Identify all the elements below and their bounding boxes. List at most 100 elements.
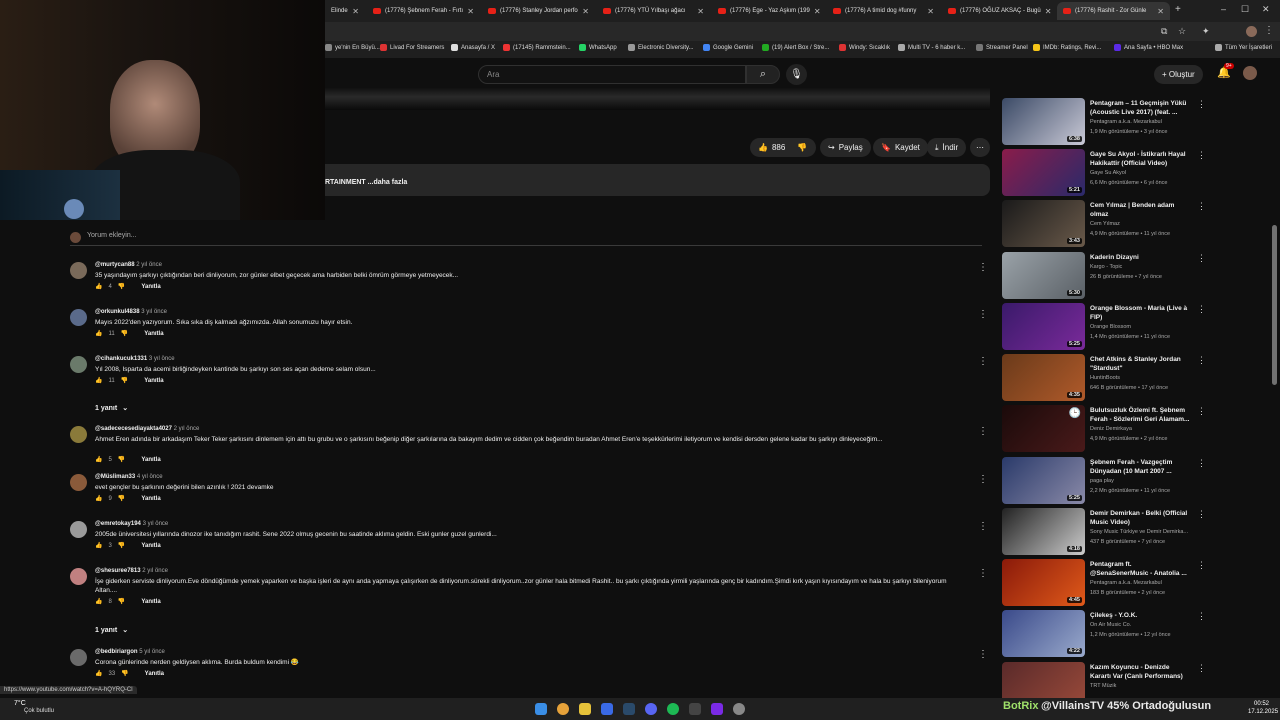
replies-toggle[interactable]: 1 yanıt ⌄ (95, 404, 128, 412)
reply-button[interactable]: Yanıtla (141, 496, 160, 502)
puzzle-icon[interactable]: ✦ (1202, 26, 1210, 37)
video-thumbnail[interactable]: 5:21 (1002, 149, 1085, 196)
comment-username[interactable]: @emretokay194 (95, 521, 141, 527)
close-tab-icon[interactable]: ✕ (582, 7, 589, 16)
video-menu-icon[interactable]: ⋮ (1197, 611, 1206, 622)
save-button[interactable]: 🔖 Kaydet (873, 138, 928, 157)
related-video[interactable]: 4:35 Chet Atkins & Stanley Jordan "Stardu… (1002, 354, 1206, 403)
comment-menu-icon[interactable]: ⋮ (978, 356, 988, 367)
video-thumbnail[interactable]: 4:35 (1002, 354, 1085, 401)
close-tab-icon[interactable]: ✕ (352, 7, 359, 16)
thumbs-up-icon[interactable]: 👍 (95, 283, 102, 290)
video-player[interactable] (325, 88, 990, 110)
bookmark-3[interactable]: (17145) Rammstein... (503, 44, 571, 51)
related-video[interactable]: 5:21 Gaye Su Akyol - İstikrarlı Hayal Hak… (1002, 149, 1206, 198)
bookmark-5[interactable]: Electronic Diversity... (628, 44, 694, 51)
comment-username[interactable]: @murtycan88 (95, 262, 135, 268)
video-thumbnail[interactable]: 5:25 (1002, 457, 1085, 504)
thumbs-down-icon[interactable]: 👎 (118, 456, 125, 463)
video-thumbnail[interactable]: 5:25 (1002, 303, 1085, 350)
close-tab-icon[interactable]: ✕ (927, 7, 934, 16)
bookmark-11[interactable]: IMDb: Ratings, Revi... (1033, 44, 1101, 51)
maximize-icon[interactable]: ☐ (1241, 4, 1249, 15)
avatar[interactable] (70, 426, 87, 443)
tab-5[interactable]: (17776) A timid dog #funny ✕ (827, 2, 940, 20)
channel-name[interactable]: Deniz Demirkaya (1090, 426, 1132, 432)
comment-menu-icon[interactable]: ⋮ (978, 649, 988, 660)
spotify-icon[interactable] (667, 703, 679, 715)
microphone-icon[interactable]: 🎙 (786, 64, 807, 85)
thumbs-down-icon[interactable]: 👎 (121, 330, 128, 337)
profile-avatar[interactable] (1246, 26, 1257, 37)
comment-menu-icon[interactable]: ⋮ (978, 309, 988, 320)
discord-icon[interactable] (645, 703, 657, 715)
tab-7[interactable]: (17776) Rashit - Zor Günle ✕ (1057, 2, 1170, 20)
close-tab-icon[interactable]: ✕ (467, 7, 474, 16)
close-tab-icon[interactable]: ✕ (697, 7, 704, 16)
video-menu-icon[interactable]: ⋮ (1197, 304, 1206, 315)
thumbs-up-icon[interactable]: 👍 (95, 456, 102, 463)
thumbs-up-icon[interactable]: 👍 (95, 377, 102, 384)
related-video[interactable]: 3:43 Cem Yılmaz | Benden adam olmaz Cem Yı… (1002, 200, 1206, 249)
more-actions-button[interactable]: ⋯ (970, 138, 990, 157)
bookmark-7[interactable]: (19) Alert Box / Stre... (762, 44, 829, 51)
tab-2[interactable]: (17776) Stanley Jordan perfo ✕ (482, 2, 595, 20)
extensions-icon[interactable]: ⧉ (1161, 26, 1167, 37)
channel-name[interactable]: Gaye Su Akyol (1090, 170, 1126, 176)
thumbs-down-icon[interactable]: 👎 (118, 495, 125, 502)
steam-icon[interactable] (623, 703, 635, 715)
chrome-icon[interactable] (557, 703, 569, 715)
avatar[interactable] (70, 649, 87, 666)
replies-toggle[interactable]: 1 yanıt ⌄ (95, 626, 128, 634)
bookmark-10[interactable]: Streamer Panel (976, 44, 1028, 51)
comment-menu-icon[interactable]: ⋮ (978, 262, 988, 273)
thumbs-down-icon[interactable]: 👎 (121, 670, 128, 677)
tab-6[interactable]: (17776) OĞUZ AKSAÇ - Bugü ✕ (942, 2, 1055, 20)
comment-username[interactable]: @sadececesediayakta4027 (95, 426, 172, 432)
related-video[interactable]: 5:25 Orange Blossom - Maria (Live à FIP) O… (1002, 303, 1206, 352)
video-menu-icon[interactable]: ⋮ (1197, 663, 1206, 674)
related-video[interactable]: 6:38 Pentagram – 11 Geçmişin Yükü (Acoust… (1002, 98, 1206, 147)
app-icon-2[interactable] (711, 703, 723, 715)
reply-button[interactable]: Yanıtla (144, 331, 163, 337)
new-tab-icon[interactable]: + (1175, 4, 1181, 15)
tab-1[interactable]: (17776) Şebnem Ferah - Fırtı ✕ (367, 2, 480, 20)
avatar[interactable] (70, 356, 87, 373)
channel-name[interactable]: Kargo - Topic (1090, 264, 1122, 270)
comment-username[interactable]: @bedbiriargon (95, 649, 138, 655)
download-button[interactable]: ⤓ İndir (927, 138, 967, 157)
reply-button[interactable]: Yanıtla (145, 671, 164, 677)
bookmark-12[interactable]: Ana Sayfa • HBO Max (1114, 44, 1183, 51)
reply-button[interactable]: Yanıtla (141, 284, 160, 290)
share-button[interactable]: ↪ Paylaş (820, 138, 871, 157)
video-menu-icon[interactable]: ⋮ (1197, 99, 1206, 110)
bookmark-1[interactable]: Livad For Streamers (380, 44, 444, 51)
add-comment-input[interactable]: Yorum ekleyin... (70, 232, 982, 246)
bookmark-0[interactable]: ye'nin En Büyü... (325, 44, 380, 51)
thumbs-down-icon[interactable]: 👎 (118, 598, 125, 605)
bookmark-9[interactable]: Multi TV - 6 haber k... (898, 44, 965, 51)
channel-name[interactable]: TRT Müzik (1090, 683, 1116, 689)
start-icon[interactable] (535, 703, 547, 715)
comment-menu-icon[interactable]: ⋮ (978, 474, 988, 485)
related-video[interactable]: 5:25 Şebnem Ferah - Vazgeçtim Dünyadan (1… (1002, 457, 1206, 506)
thumbs-up-icon[interactable]: 👍 (95, 598, 102, 605)
close-window-icon[interactable]: ✕ (1262, 4, 1270, 15)
channel-name[interactable]: Cem Yılmaz (1090, 221, 1120, 227)
related-video[interactable]: 4:22 Çilekeş - Y.O.K. On Air Music Co. 1,2 … (1002, 610, 1206, 659)
app-icon-3[interactable] (733, 703, 745, 715)
thumbs-up-icon[interactable]: 👍 (95, 670, 102, 677)
avatar[interactable] (70, 568, 87, 585)
avatar[interactable] (70, 309, 87, 326)
comment-username[interactable]: @Müsliman33 (95, 474, 135, 480)
tab-0[interactable]: Elinde ✕ (325, 2, 365, 20)
scrollbar[interactable] (1272, 225, 1277, 385)
channel-name[interactable]: On Air Music Co. (1090, 622, 1131, 628)
tab-4[interactable]: (17776) Ege - Yaz Aşkım (199 ✕ (712, 2, 825, 20)
related-video[interactable]: 4:45 Pentagram ft. @SenaSenerMusic - Anat… (1002, 559, 1206, 608)
close-tab-icon[interactable]: ✕ (814, 7, 821, 16)
minimize-icon[interactable]: – (1221, 4, 1226, 14)
app-icon[interactable] (601, 703, 613, 715)
video-thumbnail[interactable]: 4:22 (1002, 610, 1085, 657)
video-description[interactable]: RTAINMENT ...daha fazla (325, 164, 990, 196)
